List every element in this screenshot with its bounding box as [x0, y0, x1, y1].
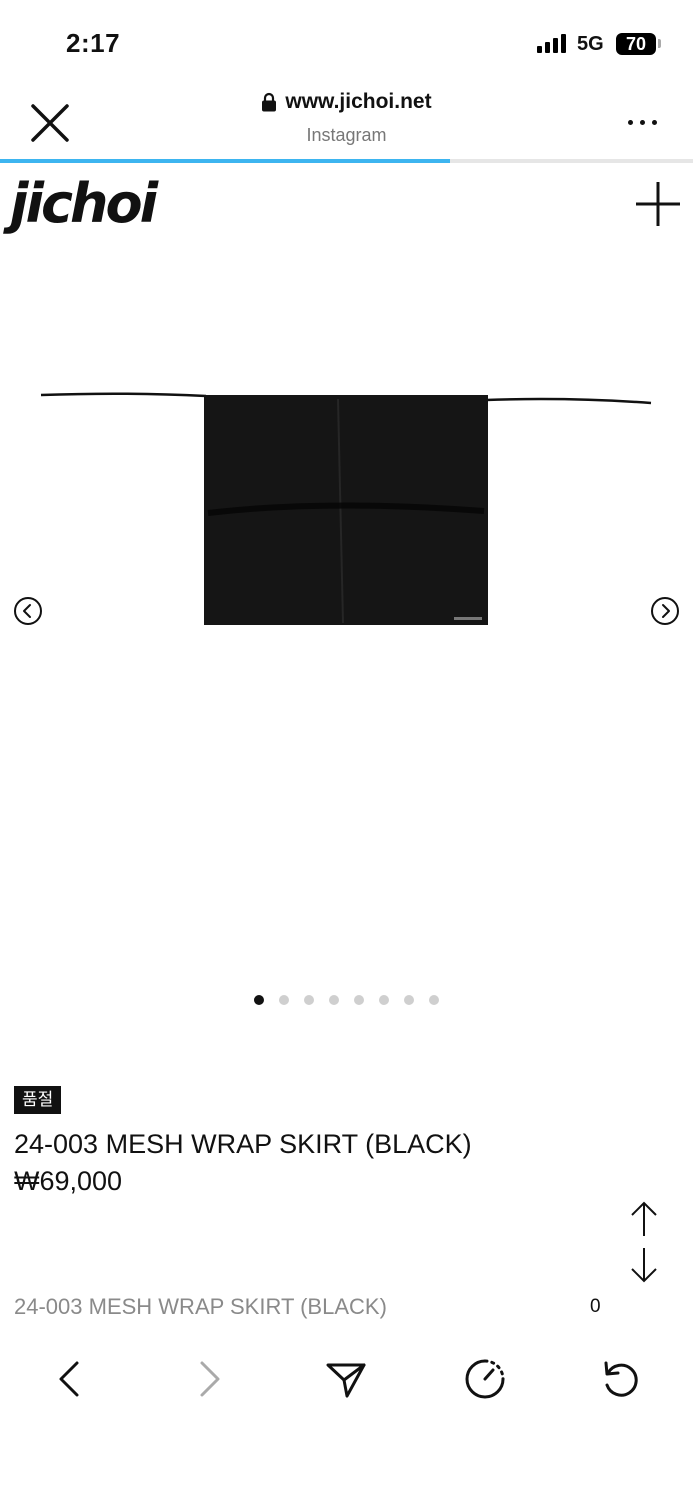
lock-icon [262, 92, 277, 112]
battery-tip [658, 39, 661, 48]
gallery-dot[interactable] [404, 995, 414, 1005]
gallery-pagination [0, 995, 693, 1005]
site-logo[interactable]: jichoi [10, 172, 158, 235]
product-price: ₩69,000 [14, 1166, 123, 1196]
gallery-dot[interactable] [329, 995, 339, 1005]
gallery-next-button[interactable] [650, 596, 680, 626]
gallery-prev-button[interactable] [13, 596, 43, 626]
gallery-dot[interactable] [254, 995, 264, 1005]
reload-icon [604, 1361, 638, 1397]
share-button[interactable] [323, 1356, 369, 1402]
chevron-right-circle-icon [651, 597, 679, 625]
gallery-dot[interactable] [429, 995, 439, 1005]
url-bar[interactable]: www.jichoi.net Instagram [0, 90, 693, 146]
more-icon-dot [640, 120, 645, 125]
status-time: 2:17 [66, 28, 121, 58]
more-icon [628, 120, 633, 125]
timer-button[interactable] [462, 1356, 508, 1402]
more-icon-dot [652, 120, 657, 125]
product-name: 24-003 MESH WRAP SKIRT (BLACK) [14, 1129, 472, 1159]
url-source: Instagram [306, 125, 387, 145]
plus-icon [636, 182, 680, 226]
gallery-dot[interactable] [379, 995, 389, 1005]
gallery-dot[interactable] [354, 995, 364, 1005]
forward-button[interactable] [186, 1356, 232, 1402]
scroll-up-button[interactable] [627, 1200, 661, 1238]
footer-product-name: 24-003 MESH WRAP SKIRT (BLACK) [14, 1294, 387, 1319]
url-text: www.jichoi.net [285, 90, 432, 113]
footer-quantity: 0 [590, 1296, 601, 1317]
signal-icon [537, 33, 569, 53]
menu-button[interactable] [634, 180, 682, 228]
share-icon [326, 1363, 366, 1398]
back-button[interactable] [48, 1356, 94, 1402]
back-icon [59, 1361, 79, 1397]
sold-out-badge: 품절 [14, 1086, 62, 1114]
forward-icon [200, 1361, 220, 1397]
battery-indicator: 70 [616, 33, 656, 55]
more-button[interactable] [628, 118, 660, 128]
gallery-dot[interactable] [304, 995, 314, 1005]
arrow-down-icon [631, 1248, 657, 1283]
page: 2:17 5G 70 www.jichoi.net Instagram jich… [0, 0, 693, 1500]
chevron-left-circle-icon [14, 597, 42, 625]
reload-button[interactable] [598, 1356, 644, 1402]
page-load-progress [0, 159, 693, 163]
gallery-dot[interactable] [279, 995, 289, 1005]
arrow-up-icon [631, 1201, 657, 1236]
scroll-down-button[interactable] [627, 1246, 661, 1284]
page-load-progress-fill [0, 159, 451, 163]
timer-icon [465, 1359, 505, 1399]
network-label: 5G [577, 33, 604, 55]
product-image[interactable] [38, 385, 654, 630]
